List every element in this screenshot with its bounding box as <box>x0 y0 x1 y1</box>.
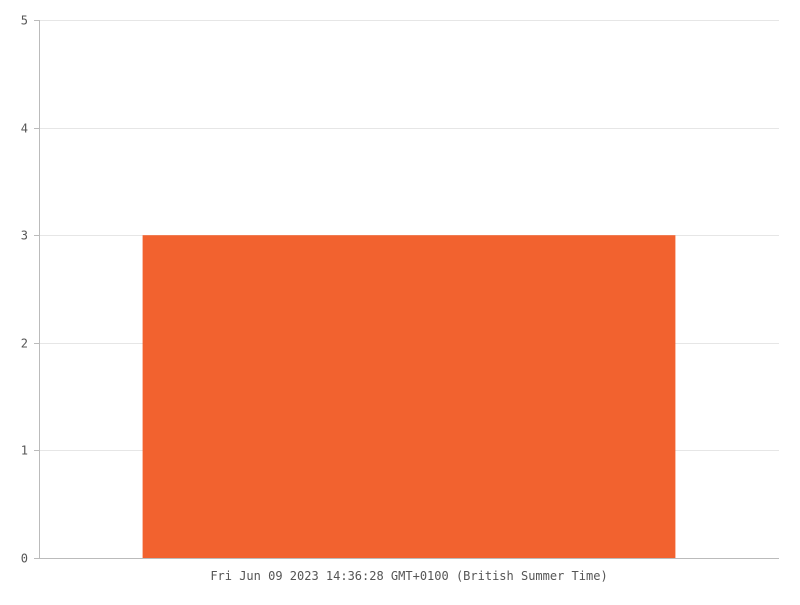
chart-svg: 0 1 2 3 4 5 Fri Jun 09 2023 14:36:28 GMT+0100 … <box>21 14 779 583</box>
y-tick-label-1: 1 <box>21 444 28 458</box>
y-tick-label-2: 2 <box>21 337 28 351</box>
y-tick-label-0: 0 <box>21 552 28 566</box>
y-tick-label-4: 4 <box>21 122 28 136</box>
bar-chart: 0 1 2 3 4 5 Fri Jun 09 2023 14:36:28 GMT+0100 … <box>0 0 800 600</box>
y-tick-label-3: 3 <box>21 229 28 243</box>
y-tick-label-5: 5 <box>21 14 28 28</box>
x-tick-label-0: Fri Jun 09 2023 14:36:28 GMT+0100 (Briti… <box>210 569 607 583</box>
bar-0 <box>142 235 676 558</box>
bars <box>142 235 676 558</box>
